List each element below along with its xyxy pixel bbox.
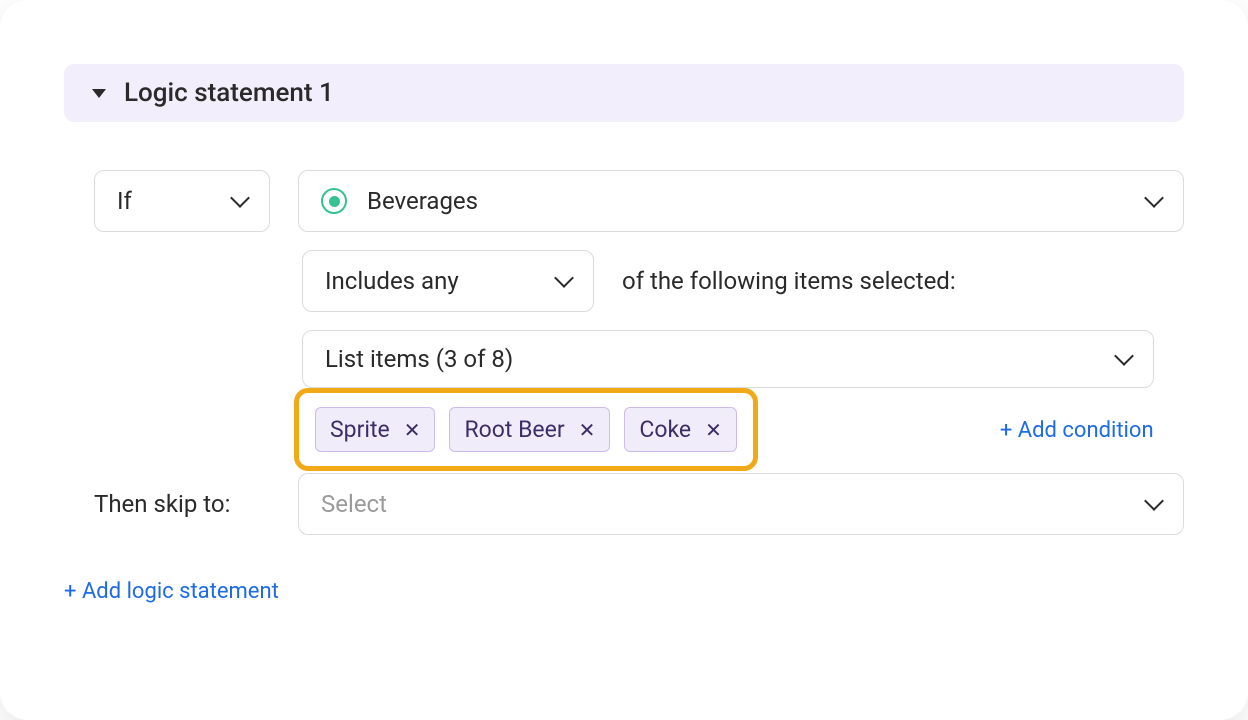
logic-card: Logic statement 1 If Beverages Includes … bbox=[0, 0, 1248, 720]
match-suffix-text: of the following items selected: bbox=[622, 267, 956, 295]
add-condition-link[interactable]: + Add condition bbox=[1000, 418, 1154, 443]
close-icon[interactable]: ✕ bbox=[579, 420, 596, 440]
if-row: If Beverages bbox=[64, 170, 1184, 232]
close-icon[interactable]: ✕ bbox=[705, 420, 722, 440]
then-target-dropdown[interactable]: Select bbox=[298, 473, 1184, 535]
match-mode-label: Includes any bbox=[325, 267, 459, 295]
list-items-dropdown[interactable]: List items (3 of 8) bbox=[303, 331, 1153, 387]
add-logic-statement-link[interactable]: + Add logic statement bbox=[64, 579, 1184, 604]
chevron-down-icon bbox=[1144, 491, 1164, 511]
radio-icon bbox=[321, 188, 347, 214]
statement-header[interactable]: Logic statement 1 bbox=[64, 64, 1184, 122]
chevron-down-icon bbox=[230, 188, 250, 208]
if-dropdown[interactable]: If bbox=[94, 170, 270, 232]
then-placeholder: Select bbox=[321, 490, 387, 518]
if-label: If bbox=[117, 187, 132, 215]
chip-label: Root Beer bbox=[464, 416, 564, 443]
statement-title: Logic statement 1 bbox=[124, 78, 334, 108]
selected-chips-highlight: Sprite ✕ Root Beer ✕ Coke ✕ bbox=[294, 388, 758, 471]
chevron-down-icon bbox=[554, 268, 574, 288]
chip-label: Sprite bbox=[330, 416, 390, 443]
chip-item: Root Beer ✕ bbox=[449, 407, 610, 452]
close-icon[interactable]: ✕ bbox=[404, 420, 421, 440]
source-dropdown[interactable]: Beverages bbox=[298, 170, 1184, 232]
list-items-label: List items (3 of 8) bbox=[325, 345, 513, 373]
list-items-container: List items (3 of 8) bbox=[302, 330, 1154, 388]
source-label: Beverages bbox=[367, 187, 478, 215]
chevron-down-icon bbox=[1144, 188, 1164, 208]
chip-item: Sprite ✕ bbox=[315, 407, 435, 452]
match-mode-dropdown[interactable]: Includes any bbox=[302, 250, 594, 312]
then-row: Then skip to: Select bbox=[64, 473, 1184, 535]
then-label: Then skip to: bbox=[94, 490, 270, 518]
chip-label: Coke bbox=[639, 416, 691, 443]
chip-item: Coke ✕ bbox=[624, 407, 736, 452]
match-row: Includes any of the following items sele… bbox=[302, 250, 1184, 312]
chevron-down-icon bbox=[1114, 346, 1134, 366]
caret-down-icon bbox=[92, 89, 106, 98]
